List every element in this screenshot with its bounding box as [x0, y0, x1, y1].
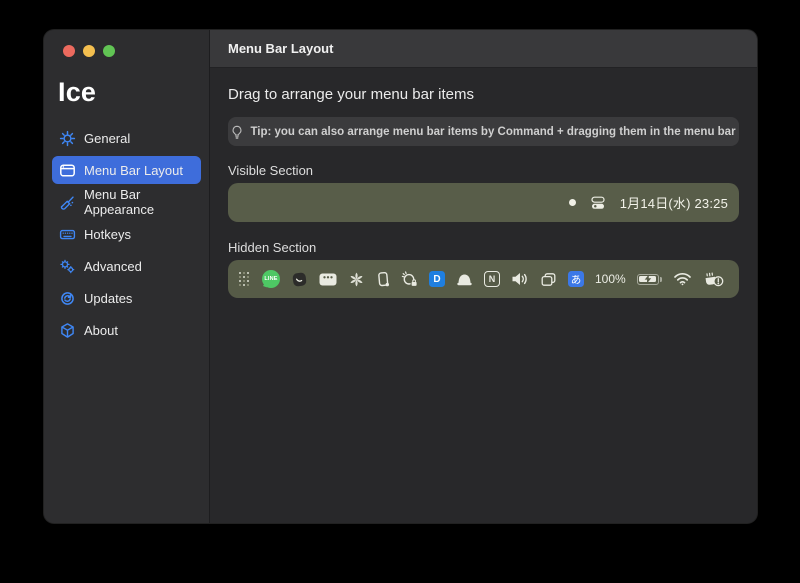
- traffic-lights: [44, 30, 209, 57]
- dark-app-icon[interactable]: [291, 271, 308, 288]
- sidebar-item-label: Updates: [84, 291, 132, 306]
- hidden-section-bar[interactable]: LINE: [228, 260, 739, 298]
- main-pane: Menu Bar Layout Drag to arrange your men…: [210, 30, 757, 523]
- app-title: Ice: [58, 77, 209, 108]
- speaker-icon[interactable]: [511, 272, 529, 286]
- titlebar: Menu Bar Layout: [210, 30, 757, 68]
- notion-icon[interactable]: N: [484, 271, 500, 287]
- sidebar-item-label: Advanced: [84, 259, 142, 274]
- sidebar-item-label: Menu Bar Layout: [84, 163, 183, 178]
- pot-alert-icon[interactable]: [703, 271, 724, 288]
- sidebar-nav: General Menu Bar Layout: [44, 124, 209, 344]
- sidebar-item-label: Hotkeys: [84, 227, 131, 242]
- drag-grid-handle[interactable]: [239, 271, 251, 287]
- phone-mirroring-icon[interactable]: [376, 271, 390, 288]
- close-button[interactable]: [63, 45, 75, 57]
- ice-menubars-icon[interactable]: [590, 195, 606, 211]
- sidebar-item-advanced[interactable]: Advanced: [52, 252, 201, 280]
- minimize-button[interactable]: [83, 45, 95, 57]
- ice-dot[interactable]: [569, 199, 576, 206]
- page-title: Menu Bar Layout: [228, 41, 333, 56]
- dome-icon[interactable]: [456, 272, 473, 287]
- sidebar-item-about[interactable]: About: [52, 316, 201, 344]
- tip-banner: Tip: you can also arrange menu bar items…: [228, 117, 739, 146]
- sidebar-item-label: About: [84, 323, 118, 338]
- zoom-button[interactable]: [103, 45, 115, 57]
- tip-text: Tip: you can also arrange menu bar items…: [250, 126, 735, 138]
- battery-percent[interactable]: 100%: [595, 272, 626, 286]
- sidebar-item-general[interactable]: General: [52, 124, 201, 152]
- clock-item[interactable]: 1月14日(水) 23:25: [620, 193, 728, 212]
- window-dots-icon[interactable]: [319, 273, 337, 286]
- chatgpt-icon[interactable]: [348, 271, 365, 288]
- sidebar-item-hotkeys[interactable]: Hotkeys: [52, 220, 201, 248]
- keyboard-icon: [59, 226, 76, 243]
- drag-instruction: Drag to arrange your menu bar items: [228, 86, 739, 103]
- menu-bar-layout-content: Drag to arrange your menu bar items Tip:…: [210, 68, 757, 523]
- stacked-windows-icon[interactable]: [540, 272, 557, 287]
- lightbulb-icon: [231, 125, 243, 139]
- wifi-icon[interactable]: [673, 272, 692, 286]
- sidebar: Ice General: [44, 30, 210, 523]
- deepl-letter: D: [433, 274, 440, 285]
- sidebar-item-label: Menu Bar Appearance: [84, 187, 201, 217]
- battery-charging-icon[interactable]: [637, 274, 663, 285]
- line-app-icon[interactable]: LINE: [262, 270, 280, 288]
- clock-lock-icon[interactable]: [401, 271, 418, 287]
- update-arrows-icon: [59, 290, 76, 307]
- notion-letter: N: [489, 274, 496, 284]
- cube-icon: [59, 322, 76, 339]
- menubar-window-icon: [59, 162, 76, 179]
- paintbrush-icon: [59, 194, 76, 211]
- sidebar-item-updates[interactable]: Updates: [52, 284, 201, 312]
- visible-section-label: Visible Section: [228, 163, 739, 178]
- sidebar-item-label: General: [84, 131, 130, 146]
- gears-icon: [59, 258, 76, 275]
- ice-settings-window: Ice General: [44, 30, 757, 523]
- sidebar-item-menu-bar-appearance[interactable]: Menu Bar Appearance: [52, 188, 201, 216]
- visible-section-bar[interactable]: 1月14日(水) 23:25: [228, 183, 739, 222]
- line-label: LINE: [264, 276, 277, 282]
- japanese-input-icon[interactable]: あ: [568, 271, 584, 287]
- kana-letter: あ: [571, 272, 582, 287]
- hidden-section-label: Hidden Section: [228, 240, 739, 255]
- sidebar-item-menu-bar-layout[interactable]: Menu Bar Layout: [52, 156, 201, 184]
- gear-icon: [59, 130, 76, 147]
- deepl-icon[interactable]: D: [429, 271, 445, 287]
